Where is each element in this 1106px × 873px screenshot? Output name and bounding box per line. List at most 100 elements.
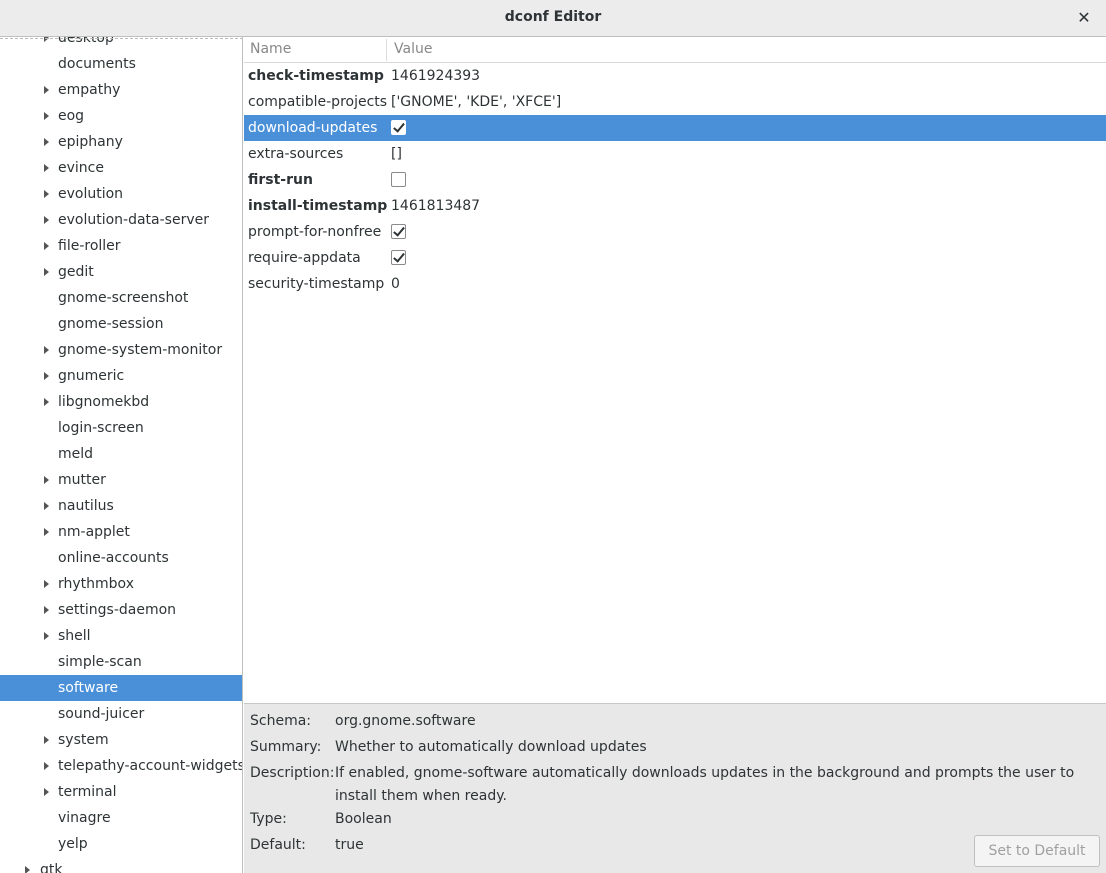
tree-item-mutter[interactable]: mutter bbox=[0, 467, 242, 493]
tree-item-label: epiphany bbox=[58, 134, 123, 150]
expander-arrow-icon[interactable] bbox=[43, 233, 51, 259]
key-row[interactable]: download-updates bbox=[244, 115, 1106, 141]
tree-item-evolution-data-server[interactable]: evolution-data-server bbox=[0, 207, 242, 233]
tree-item-label: evince bbox=[58, 160, 104, 176]
expander-arrow-icon[interactable] bbox=[43, 37, 51, 51]
tree-item-partial[interactable]: desktop bbox=[0, 37, 242, 51]
tree-item-gnome-session[interactable]: gnome-session bbox=[0, 311, 242, 337]
expander-arrow-icon[interactable] bbox=[43, 103, 51, 129]
tree-item-label: simple-scan bbox=[58, 654, 142, 670]
tree-item-gedit[interactable]: gedit bbox=[0, 259, 242, 285]
tree-item-label: gnome-system-monitor bbox=[58, 342, 223, 358]
key-value: ['GNOME', 'KDE', 'XFCE'] bbox=[391, 94, 562, 110]
key-row[interactable]: install-timestamp 1461813487 bbox=[244, 193, 1106, 219]
key-value-checkbox[interactable] bbox=[391, 172, 406, 187]
expander-arrow-icon[interactable] bbox=[43, 467, 51, 493]
tree-item-shell[interactable]: shell bbox=[0, 623, 242, 649]
title-bar: dconf Editor ✕ bbox=[0, 0, 1106, 37]
key-row[interactable]: security-timestamp 0 bbox=[244, 271, 1106, 297]
expander-arrow-icon[interactable] bbox=[43, 779, 51, 805]
key-value-checkbox[interactable] bbox=[391, 224, 406, 239]
key-name: extra-sources bbox=[248, 146, 344, 162]
default-label: Default: bbox=[250, 837, 306, 853]
tree-item-yelp[interactable]: yelp bbox=[0, 831, 242, 857]
tree-item-partial[interactable]: gtk bbox=[0, 857, 242, 873]
expander-arrow-icon[interactable] bbox=[43, 363, 51, 389]
tree-item-vinagre[interactable]: vinagre bbox=[0, 805, 242, 831]
summary-row: Summary: Whether to automatically downlo… bbox=[244, 734, 1106, 760]
tree-item-system[interactable]: system bbox=[0, 727, 242, 753]
tree-item-label: sound-juicer bbox=[58, 706, 145, 722]
key-name: install-timestamp bbox=[248, 198, 388, 214]
tree-item-label: vinagre bbox=[58, 810, 111, 826]
key-row[interactable]: compatible-projects ['GNOME', 'KDE', 'XFC… bbox=[244, 89, 1106, 115]
tree-item-label: libgnomekbd bbox=[58, 394, 150, 410]
tree-item-settings-daemon[interactable]: settings-daemon bbox=[0, 597, 242, 623]
tree-item-libgnomekbd[interactable]: libgnomekbd bbox=[0, 389, 242, 415]
description-value: If enabled, gnome-software automatically… bbox=[335, 765, 1075, 804]
tree-item-label: meld bbox=[58, 446, 94, 462]
tree-item-nm-applet[interactable]: nm-applet bbox=[0, 519, 242, 545]
tree-item-login-screen[interactable]: login-screen bbox=[0, 415, 242, 441]
tree-item-file-roller[interactable]: file-roller bbox=[0, 233, 242, 259]
key-value-checkbox[interactable] bbox=[391, 120, 406, 135]
expander-arrow-icon[interactable] bbox=[43, 571, 51, 597]
expander-arrow-icon[interactable] bbox=[43, 623, 51, 649]
schema-value: org.gnome.software bbox=[335, 713, 476, 729]
expander-arrow-icon[interactable] bbox=[43, 129, 51, 155]
expander-arrow-icon[interactable] bbox=[43, 727, 51, 753]
expander-arrow-icon[interactable] bbox=[24, 857, 32, 873]
expander-arrow-icon[interactable] bbox=[43, 181, 51, 207]
tree-item-gnumeric[interactable]: gnumeric bbox=[0, 363, 242, 389]
tree-item-evince[interactable]: evince bbox=[0, 155, 242, 181]
close-icon[interactable]: ✕ bbox=[1074, 8, 1094, 28]
tree-scroll-edge bbox=[0, 38, 242, 39]
tree-item-telepathy-account-widgets[interactable]: telepathy-account-widgets bbox=[0, 753, 242, 779]
schema-tree[interactable]: desktop documents empathy eog epiphany evince… bbox=[0, 37, 243, 873]
tree-item-label: eog bbox=[58, 108, 85, 124]
expander-arrow-icon[interactable] bbox=[43, 519, 51, 545]
tree-item-evolution[interactable]: evolution bbox=[0, 181, 242, 207]
tree-item-label: gtk bbox=[40, 862, 63, 873]
key-name: download-updates bbox=[248, 120, 378, 136]
tree-item-label: yelp bbox=[58, 836, 88, 852]
key-row[interactable]: first-run bbox=[244, 167, 1106, 193]
expander-arrow-icon[interactable] bbox=[43, 493, 51, 519]
expander-arrow-icon[interactable] bbox=[43, 337, 51, 363]
tree-item-gnome-system-monitor[interactable]: gnome-system-monitor bbox=[0, 337, 242, 363]
summary-label: Summary: bbox=[250, 739, 322, 755]
column-header-value[interactable]: Value bbox=[394, 37, 432, 62]
expander-arrow-icon[interactable] bbox=[43, 753, 51, 779]
set-to-default-button[interactable]: Set to Default bbox=[974, 835, 1100, 867]
tree-item-label: login-screen bbox=[58, 420, 144, 436]
tree-item-eog[interactable]: eog bbox=[0, 103, 242, 129]
tree-item-simple-scan[interactable]: simple-scan bbox=[0, 649, 242, 675]
tree-item-software[interactable]: software bbox=[0, 675, 242, 701]
key-row[interactable]: prompt-for-nonfree bbox=[244, 219, 1106, 245]
key-value: [] bbox=[391, 146, 402, 162]
tree-item-meld[interactable]: meld bbox=[0, 441, 242, 467]
key-row[interactable]: extra-sources [] bbox=[244, 141, 1106, 167]
tree-item-label: gedit bbox=[58, 264, 94, 280]
expander-arrow-icon[interactable] bbox=[43, 597, 51, 623]
tree-item-online-accounts[interactable]: online-accounts bbox=[0, 545, 242, 571]
tree-item-empathy[interactable]: empathy bbox=[0, 77, 242, 103]
tree-item-documents[interactable]: documents bbox=[0, 51, 242, 77]
tree-item-nautilus[interactable]: nautilus bbox=[0, 493, 242, 519]
key-value-checkbox[interactable] bbox=[391, 250, 406, 265]
tree-item-rhythmbox[interactable]: rhythmbox bbox=[0, 571, 242, 597]
tree-item-epiphany[interactable]: epiphany bbox=[0, 129, 242, 155]
expander-arrow-icon[interactable] bbox=[43, 259, 51, 285]
tree-item-terminal[interactable]: terminal bbox=[0, 779, 242, 805]
expander-arrow-icon[interactable] bbox=[43, 207, 51, 233]
key-row[interactable]: require-appdata bbox=[244, 245, 1106, 271]
tree-item-gnome-screenshot[interactable]: gnome-screenshot bbox=[0, 285, 242, 311]
expander-arrow-icon[interactable] bbox=[43, 155, 51, 181]
tree-item-label: settings-daemon bbox=[58, 602, 177, 618]
expander-arrow-icon[interactable] bbox=[43, 389, 51, 415]
expander-arrow-icon[interactable] bbox=[43, 77, 51, 103]
key-row[interactable]: check-timestamp 1461924393 bbox=[244, 63, 1106, 89]
tree-item-sound-juicer[interactable]: sound-juicer bbox=[0, 701, 242, 727]
column-header-name[interactable]: Name bbox=[250, 37, 291, 62]
type-label: Type: bbox=[250, 811, 287, 827]
